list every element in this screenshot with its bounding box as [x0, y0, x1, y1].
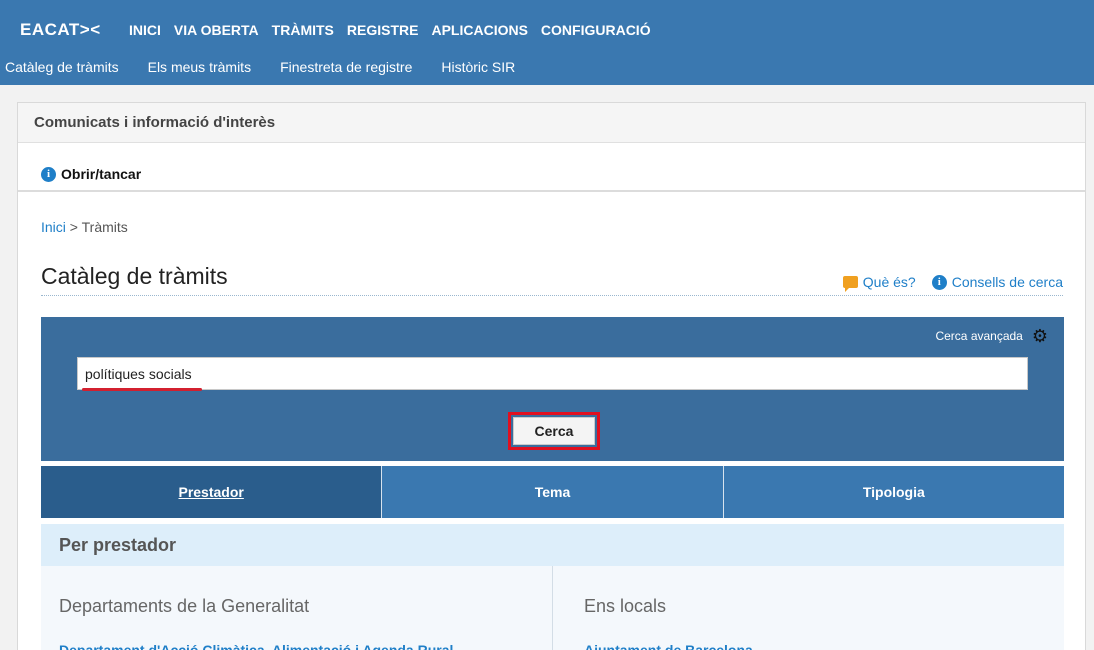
breadcrumb: Inici > Tràmits	[41, 219, 128, 235]
sub-nav: Catàleg de tràmits Els meus tràmits Fine…	[5, 59, 544, 75]
subnav-cataleg[interactable]: Catàleg de tràmits	[5, 59, 119, 75]
tab-tema[interactable]: Tema	[382, 466, 724, 518]
red-underline-annotation	[82, 388, 202, 391]
filter-tabs: Prestador Tema Tipologia	[41, 466, 1064, 518]
chat-icon	[842, 276, 858, 292]
search-tips-label: Consells de cerca	[951, 274, 1063, 290]
subnav-finestreta[interactable]: Finestreta de registre	[280, 59, 412, 75]
local-entities-column: Ens locals Ajuntament de Barcelona	[553, 566, 1064, 650]
tab-prestador[interactable]: Prestador	[41, 466, 383, 518]
breadcrumb-current: Tràmits	[81, 219, 128, 235]
notices-toggle[interactable]: i Obrir/tancar	[18, 143, 1085, 192]
providers-heading: Per prestador	[41, 524, 1064, 566]
toggle-label[interactable]: Obrir/tancar	[61, 166, 141, 182]
nav-inici[interactable]: INICI	[129, 22, 161, 38]
nav-tramits[interactable]: TRÀMITS	[272, 22, 334, 38]
top-bar: EACAT>< INICI VIA OBERTA TRÀMITS REGISTR…	[0, 0, 1094, 85]
advanced-search-link[interactable]: Cerca avançada ⚙	[935, 327, 1048, 345]
eacat-logo[interactable]: EACAT><	[20, 20, 101, 40]
info-icon: i	[931, 274, 947, 290]
generalitat-title: Departaments de la Generalitat	[59, 596, 310, 616]
generalitat-column: Departaments de la Generalitat Departame…	[41, 566, 553, 650]
search-button[interactable]: Cerca	[513, 417, 595, 445]
breadcrumb-separator: >	[69, 219, 78, 235]
department-link[interactable]: Departament d'Acció Climàtica, Alimentac…	[59, 642, 453, 650]
info-icon: i	[41, 166, 56, 182]
providers-columns: Departaments de la Generalitat Departame…	[41, 566, 1064, 650]
tab-tipologia[interactable]: Tipologia	[723, 466, 1064, 518]
title-divider	[41, 295, 1063, 296]
search-tips-link[interactable]: i Consells de cerca	[931, 274, 1063, 290]
breadcrumb-home[interactable]: Inici	[41, 219, 66, 235]
nav-via-oberta[interactable]: VIA OBERTA	[174, 22, 259, 38]
search-panel: Cerca avançada ⚙ polítiques socials Cerc…	[41, 317, 1064, 461]
nav-aplicacions[interactable]: APLICACIONS	[431, 22, 527, 38]
search-button-highlight: Cerca	[508, 412, 600, 450]
what-is-label: Què és?	[862, 274, 916, 290]
subnav-els-meus-tramits[interactable]: Els meus tràmits	[148, 59, 251, 75]
subnav-historic-sir[interactable]: Històric SIR	[441, 59, 515, 75]
ajuntament-link[interactable]: Ajuntament de Barcelona	[584, 642, 753, 650]
local-entities-title: Ens locals	[584, 596, 667, 616]
nav-registre[interactable]: REGISTRE	[347, 22, 419, 38]
search-input[interactable]: polítiques socials	[77, 357, 1028, 390]
main-nav: INICI VIA OBERTA TRÀMITS REGISTRE APLICA…	[129, 22, 664, 38]
what-is-link[interactable]: Què és?	[842, 274, 916, 292]
title-links: Què és? i Consells de cerca	[842, 274, 1063, 292]
notices-title: Comunicats i informació d'interès	[18, 103, 1085, 143]
gear-icon[interactable]: ⚙	[1032, 327, 1048, 345]
advanced-search-label: Cerca avançada	[935, 329, 1023, 343]
nav-configuracio[interactable]: CONFIGURACIÓ	[541, 22, 651, 38]
content-card: Comunicats i informació d'interès i Obri…	[17, 102, 1086, 650]
page-title: Catàleg de tràmits	[41, 263, 228, 289]
